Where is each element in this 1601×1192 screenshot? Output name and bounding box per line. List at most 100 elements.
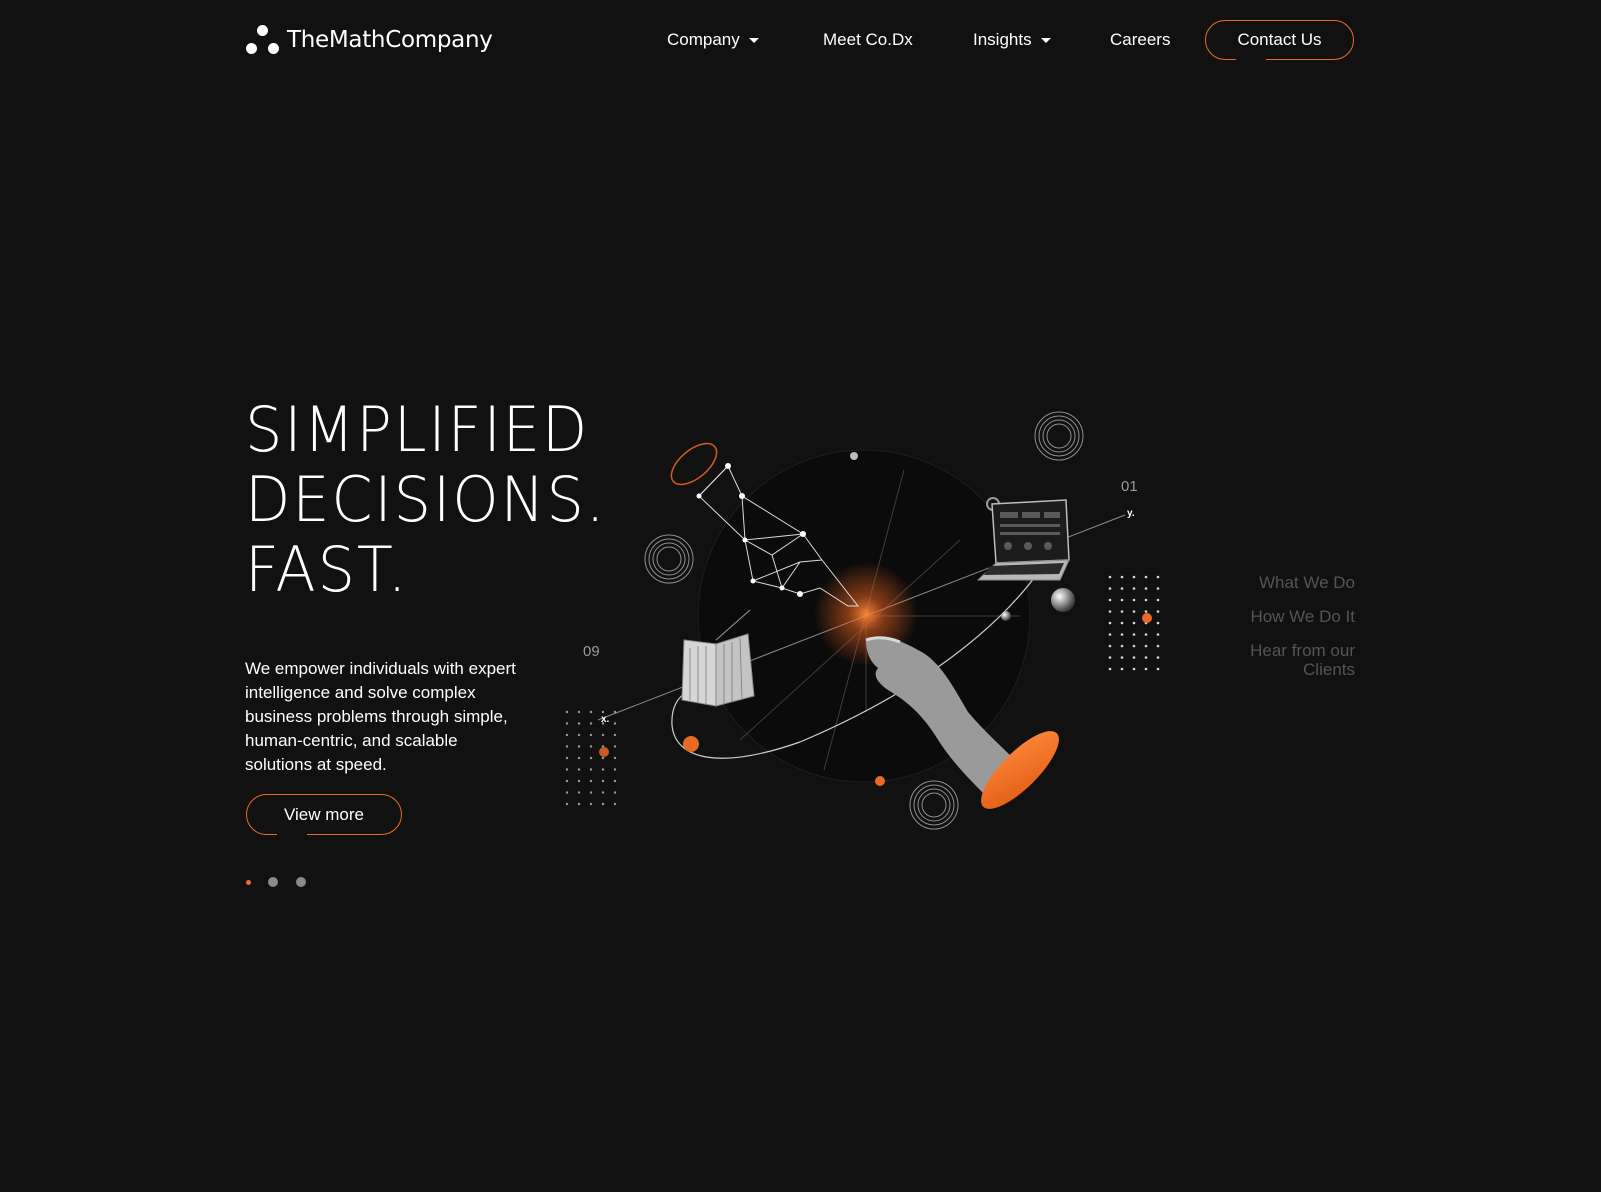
grid-dot: [589, 756, 593, 760]
grid-dot: [577, 756, 581, 760]
grid-dot: [1156, 656, 1160, 659]
grid-dot: [1108, 621, 1112, 625]
grid-dot: [1156, 587, 1160, 590]
grid-dot: [1132, 656, 1136, 659]
grid-dot: [577, 710, 581, 714]
dot-grid-accent: [599, 747, 609, 757]
grid-dot: [1156, 575, 1160, 579]
side-nav-what-we-do[interactable]: What We Do: [1225, 573, 1355, 592]
label-01: 01: [1121, 478, 1138, 495]
grid-dot: [601, 733, 605, 737]
grid-dot: [1132, 621, 1136, 625]
grid-dot: [1120, 598, 1124, 602]
grid-dot: [613, 791, 617, 794]
grid-dot: [601, 791, 605, 794]
grid-dot: [1108, 633, 1112, 636]
grid-dot: [601, 802, 605, 806]
orange-sphere: [683, 736, 699, 752]
grid-dot: [613, 722, 617, 725]
grid-dot: [1108, 656, 1112, 659]
grid-dot: [1144, 598, 1148, 602]
grid-dot: [1108, 598, 1112, 602]
grid-dot: [565, 768, 569, 771]
grid-dot: [613, 779, 617, 783]
axis-y-label: y.: [1127, 508, 1135, 519]
grid-dot: [589, 768, 593, 771]
grid-dot: [1156, 644, 1160, 648]
grid-dot: [565, 791, 569, 794]
grid-dot: [1108, 610, 1112, 613]
halo-ring: [670, 442, 718, 486]
grid-dot: [1132, 598, 1136, 602]
grid-dot: [1144, 667, 1148, 671]
grid-dot: [1120, 587, 1124, 590]
axis-x-label: x.: [601, 714, 610, 725]
grid-dot: [1144, 656, 1148, 659]
grid-dot: [565, 779, 569, 783]
grid-dot: [601, 768, 605, 771]
grid-dot: [613, 710, 617, 714]
grid-dot: [1132, 667, 1136, 671]
grey-sphere: [1051, 588, 1075, 612]
grid-dot: [1144, 587, 1148, 590]
open-book-icon: [681, 633, 755, 707]
grid-dot: [565, 710, 569, 714]
grid-dot: [577, 722, 581, 725]
grid-dot: [565, 745, 569, 748]
grid-dot: [1120, 633, 1124, 636]
grey-sphere-small: [1001, 611, 1011, 621]
dot-grid-right: [1108, 575, 1160, 671]
grid-dot: [1144, 633, 1148, 636]
grid-dot: [589, 710, 593, 714]
grid-dot: [1120, 575, 1124, 579]
grid-dot: [589, 802, 593, 806]
side-nav-hear-from-clients[interactable]: Hear from our Clients: [1225, 641, 1355, 679]
grid-dot: [1156, 633, 1160, 636]
grid-dot: [1108, 587, 1112, 590]
grid-dot: [1120, 667, 1124, 671]
grid-dot: [577, 779, 581, 783]
grid-dot: [601, 710, 605, 714]
grid-dot: [565, 802, 569, 806]
grid-dot: [577, 768, 581, 771]
grid-dot: [601, 756, 605, 760]
grid-dot: [1120, 644, 1124, 648]
grid-dot: [613, 802, 617, 806]
grid-dot: [1132, 633, 1136, 636]
grid-dot: [1156, 667, 1160, 671]
section-side-nav: What We Do How We Do It Hear from our Cl…: [1225, 573, 1355, 694]
grid-dot: [613, 768, 617, 771]
side-nav-how-we-do-it[interactable]: How We Do It: [1225, 607, 1355, 626]
grid-dot: [1156, 621, 1160, 625]
grid-dot: [1120, 621, 1124, 625]
grid-dot: [1108, 575, 1112, 579]
hero-illustration: 01 09 y. x.: [565, 411, 1160, 830]
grid-dot: [1132, 644, 1136, 648]
grid-dot: [1108, 644, 1112, 648]
dot-grid-accent: [1142, 613, 1152, 623]
grid-dot: [565, 733, 569, 737]
grid-dot: [613, 733, 617, 737]
grid-dot: [589, 722, 593, 725]
grid-dot: [613, 756, 617, 760]
grid-dot: [1132, 587, 1136, 590]
grid-dot: [1156, 610, 1160, 613]
grid-dot: [577, 733, 581, 737]
grid-dot: [577, 791, 581, 794]
grid-dot: [577, 745, 581, 748]
grid-dot: [589, 733, 593, 737]
grid-dot: [1132, 575, 1136, 579]
grid-dot: [565, 756, 569, 760]
orange-sphere-small: [875, 776, 885, 786]
grid-dot: [577, 802, 581, 806]
grid-dot: [601, 779, 605, 783]
grid-dot: [1144, 575, 1148, 579]
grid-dot: [1120, 610, 1124, 613]
grid-dot: [1144, 610, 1148, 613]
grid-dot: [1132, 610, 1136, 613]
grid-dot: [1144, 644, 1148, 648]
grid-dot: [589, 791, 593, 794]
grid-dot: [1120, 656, 1124, 659]
grid-dot: [1156, 598, 1160, 602]
grey-dot: [850, 452, 858, 460]
